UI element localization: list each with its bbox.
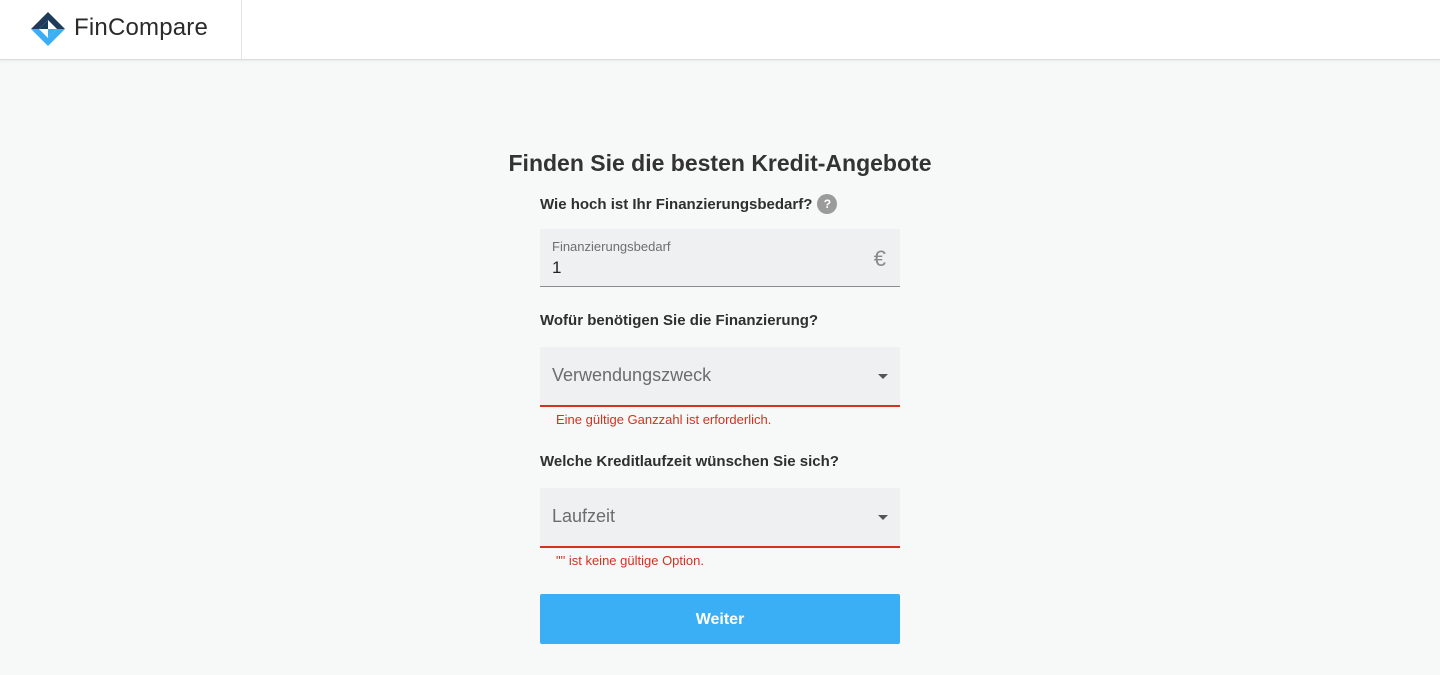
help-icon[interactable]: ? [817, 194, 838, 214]
brand-name: FinCompare [74, 14, 209, 41]
term-question: Welche Kreditlaufzeit wünschen Sie sich? [540, 453, 839, 470]
term-error-message: "" ist keine gültige Option. [556, 553, 704, 568]
amount-field[interactable]: Finanzierungsbedarf 1 € [540, 229, 900, 287]
purpose-select-placeholder: Verwendungszweck [552, 365, 712, 385]
brand-logo-link[interactable]: FinCompare [0, 0, 242, 59]
page-title: Finden Sie die besten Kredit-Angebote [508, 150, 932, 176]
top-bar: FinCompare [0, 0, 1440, 60]
purpose-error-message: Eine gültige Ganzzahl ist erforderlich. [556, 412, 772, 427]
fincompare-logo-icon [31, 12, 65, 46]
term-select-placeholder: Laufzeit [552, 506, 616, 526]
amount-field-value[interactable]: 1 [552, 258, 561, 278]
purpose-question: Wofür benötigen Sie die Finanzierung? [540, 312, 819, 329]
chevron-down-icon [878, 515, 888, 520]
continue-button[interactable]: Weiter [540, 594, 900, 644]
amount-question: Wie hoch ist Ihr Finanzierungsbedarf?? [540, 194, 838, 214]
purpose-select[interactable]: Verwendungszweck [540, 347, 900, 407]
term-select[interactable]: Laufzeit [540, 488, 900, 548]
chevron-down-icon [878, 374, 888, 379]
amount-field-label: Finanzierungsbedarf [552, 239, 671, 254]
amount-question-text: Wie hoch ist Ihr Finanzierungsbedarf? [540, 196, 813, 213]
euro-icon: € [873, 246, 886, 271]
